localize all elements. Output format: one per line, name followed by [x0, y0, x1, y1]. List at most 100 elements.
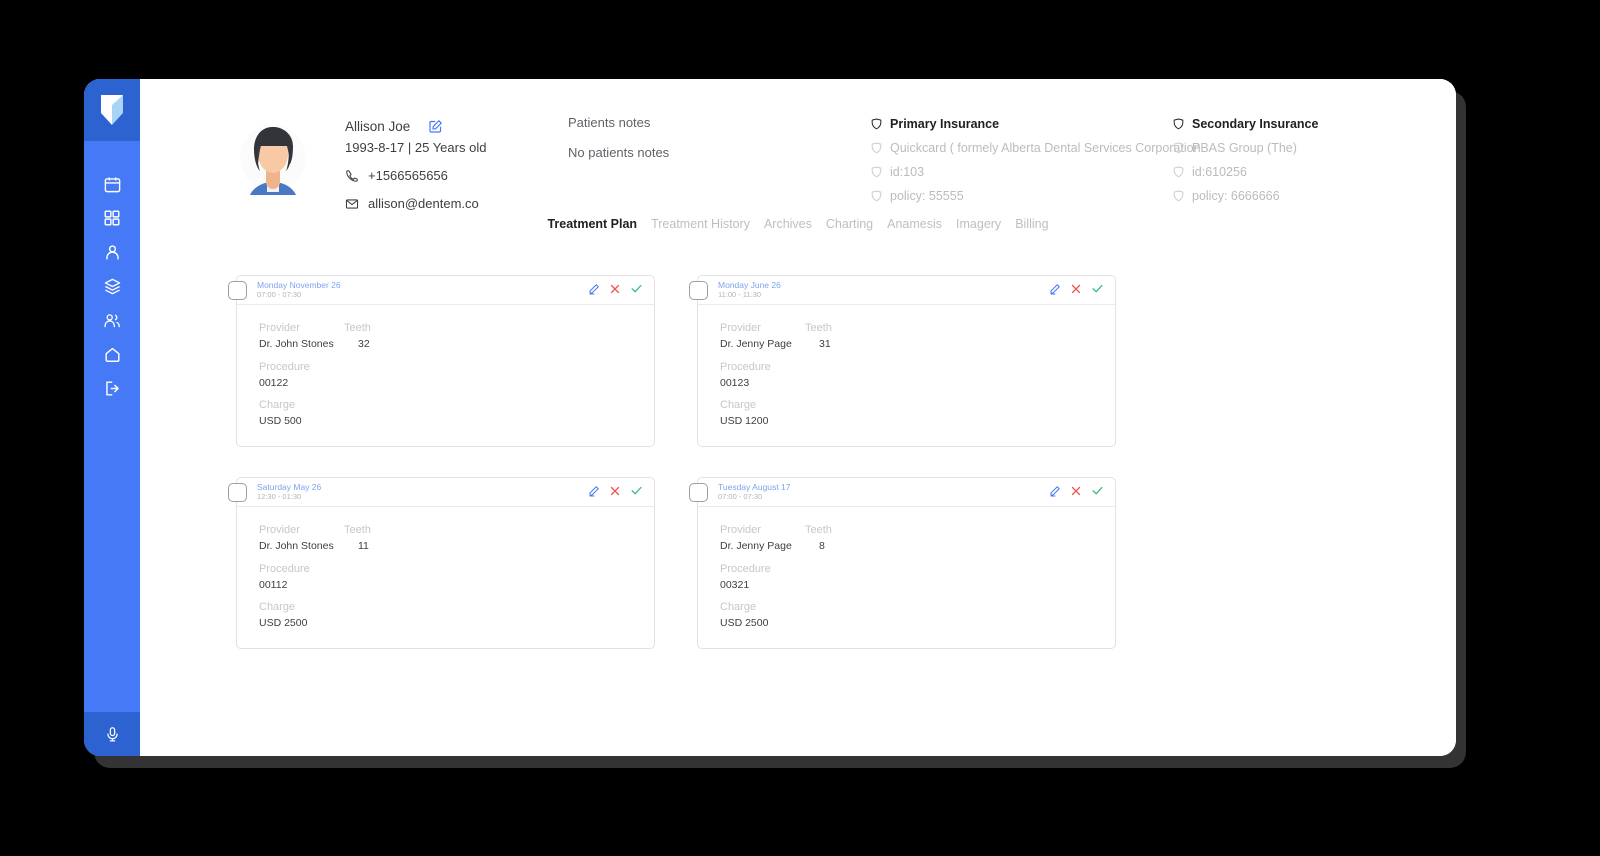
tooth-logo-icon — [101, 95, 123, 125]
delete-treatment-button[interactable] — [609, 485, 621, 497]
confirm-treatment-button[interactable] — [1091, 282, 1104, 295]
provider-value: Dr. Jenny Page — [720, 540, 792, 552]
charge-group: Charge USD 1200 — [720, 398, 1115, 430]
delete-treatment-button[interactable] — [609, 283, 621, 295]
treatment-card-header: Monday November 26 07:00 - 07:30 — [228, 276, 654, 305]
teeth-label: Teeth — [344, 524, 371, 537]
primary-insurance-provider-row: Quickcard ( formely Alberta Dental Servi… — [870, 141, 1201, 155]
edit-treatment-button[interactable] — [588, 485, 600, 497]
charge-value: USD 2500 — [720, 617, 769, 630]
sidebar-item-home[interactable] — [84, 337, 140, 371]
edit-icon — [1050, 485, 1060, 497]
provider-label: Provider — [720, 322, 761, 334]
charge-group: Charge USD 2500 — [720, 600, 1115, 632]
secondary-insurance-title-row: Secondary Insurance — [1172, 117, 1318, 131]
procedure-label: Procedure — [720, 360, 771, 373]
charge-label: Charge — [259, 601, 296, 614]
procedure-value: 00321 — [720, 578, 750, 591]
patient-phone: +1566565656 — [368, 168, 448, 183]
close-x-icon — [1071, 284, 1081, 293]
sidebar-item-records[interactable] — [84, 269, 140, 303]
shield-icon — [871, 118, 882, 130]
page-title: Allison Joe — [345, 119, 411, 134]
primary-insurance-provider: Quickcard ( formely Alberta Dental Servi… — [890, 141, 1201, 155]
treatment-card: Monday June 26 11:00 - 11:30 Provider Dr… — [689, 275, 1116, 448]
provider-label: Provider — [259, 524, 300, 537]
treatment-card-checkbox[interactable] — [689, 281, 708, 300]
check-icon — [1092, 284, 1103, 293]
tab-anamesis[interactable]: Anamesis — [887, 217, 942, 231]
shield-icon — [1173, 142, 1184, 154]
provider-value: Dr. John Stones — [259, 337, 334, 350]
provider-column: Provider Dr. John Stones — [259, 321, 344, 353]
charge-group: Charge USD 2500 — [259, 600, 654, 632]
check-icon — [631, 486, 642, 495]
teeth-column: Teeth 32 — [344, 321, 414, 353]
confirm-treatment-button[interactable] — [630, 282, 643, 295]
treatment-time: 07:00 - 07:30 — [257, 289, 302, 299]
edit-treatment-button[interactable] — [1049, 283, 1061, 295]
tab-charting[interactable]: Charting — [826, 217, 873, 231]
close-x-icon — [1071, 486, 1081, 495]
voice-button[interactable] — [84, 712, 140, 756]
shield-icon — [871, 190, 882, 202]
treatment-card: Tuesday August 17 07:00 - 07:30 Provider… — [689, 477, 1116, 650]
person-icon — [105, 244, 119, 260]
sidebar-item-staff[interactable] — [84, 303, 140, 337]
secondary-insurance-policy-row: policy: 6666666 — [1172, 189, 1318, 203]
close-x-icon — [610, 284, 620, 293]
treatment-card-header: Saturday May 26 12:30 - 01:30 — [228, 478, 654, 508]
check-icon — [1092, 486, 1103, 495]
sidebar-item-calendar[interactable] — [84, 167, 140, 201]
treatment-card-checkbox[interactable] — [689, 483, 708, 503]
delete-treatment-button[interactable] — [1070, 485, 1082, 497]
secondary-insurance-id: id:610256 — [1192, 165, 1247, 179]
tab-billing[interactable]: Billing — [1015, 217, 1048, 231]
edit-patient-icon[interactable] — [428, 119, 443, 134]
provider-column: Provider Dr. John Stones — [259, 523, 344, 555]
sidebar-item-patients[interactable] — [84, 235, 140, 269]
edit-treatment-button[interactable] — [588, 283, 600, 295]
app-logo[interactable] — [84, 79, 140, 141]
confirm-treatment-button[interactable] — [630, 484, 643, 497]
primary-insurance-policy: policy: 55555 — [890, 189, 964, 203]
calendar-icon — [104, 176, 120, 192]
teeth-column: Teeth 11 — [344, 523, 414, 555]
treatment-card-title: Saturday May 26 12:30 - 01:30 — [257, 482, 321, 501]
treatment-card-actions — [588, 484, 643, 497]
grid-icon — [104, 210, 120, 226]
sidebar-item-dashboard[interactable] — [84, 201, 140, 235]
shield-icon — [1173, 190, 1184, 202]
tab-treatment-plan[interactable]: Treatment Plan — [547, 217, 637, 231]
tab-treatment-history[interactable]: Treatment History — [651, 217, 750, 231]
tab-imagery[interactable]: Imagery — [956, 217, 1001, 231]
provider-teeth-row: Provider Dr. John Stones Teeth 11 — [259, 523, 654, 555]
treatment-card-checkbox[interactable] — [228, 483, 247, 503]
primary-insurance-title-row: Primary Insurance — [870, 117, 1201, 131]
confirm-treatment-button[interactable] — [1091, 484, 1104, 497]
treatment-card: Monday November 26 07:00 - 07:30 Provide… — [228, 275, 655, 448]
procedure-label: Procedure — [259, 562, 310, 575]
sidebar-item-logout[interactable] — [84, 371, 140, 405]
treatment-card-body: Provider Dr. John Stones Teeth 11 Proced… — [237, 507, 654, 648]
treatment-card-body: Provider Dr. John Stones Teeth 32 Proced… — [237, 305, 654, 446]
edit-icon — [589, 283, 599, 294]
delete-treatment-button[interactable] — [1070, 283, 1082, 295]
tab-archives[interactable]: Archives — [764, 217, 812, 231]
provider-label: Provider — [720, 524, 761, 537]
primary-insurance-block: Primary Insurance Quickcard ( formely Al… — [870, 117, 1201, 203]
edit-icon — [589, 485, 599, 497]
treatment-card-header: Tuesday August 17 07:00 - 07:30 — [689, 478, 1115, 508]
procedure-label: Procedure — [259, 360, 310, 373]
edit-icon — [1050, 283, 1060, 294]
provider-teeth-row: Provider Dr. Jenny Page Teeth 31 — [720, 321, 1115, 353]
provider-value: Dr. Jenny Page — [720, 337, 792, 350]
edit-treatment-button[interactable] — [1049, 485, 1061, 497]
treatment-cards-grid: Monday November 26 07:00 - 07:30 Provide… — [228, 275, 1116, 650]
secondary-insurance-block: Secondary Insurance PBAS Group (The) id:… — [1172, 117, 1318, 203]
patient-notes-body: No patients notes — [568, 145, 670, 160]
treatment-card: Saturday May 26 12:30 - 01:30 Provider D… — [228, 477, 655, 650]
charge-label: Charge — [259, 399, 296, 412]
treatment-card-checkbox[interactable] — [228, 281, 247, 300]
procedure-group: Procedure 00123 — [720, 360, 1115, 392]
